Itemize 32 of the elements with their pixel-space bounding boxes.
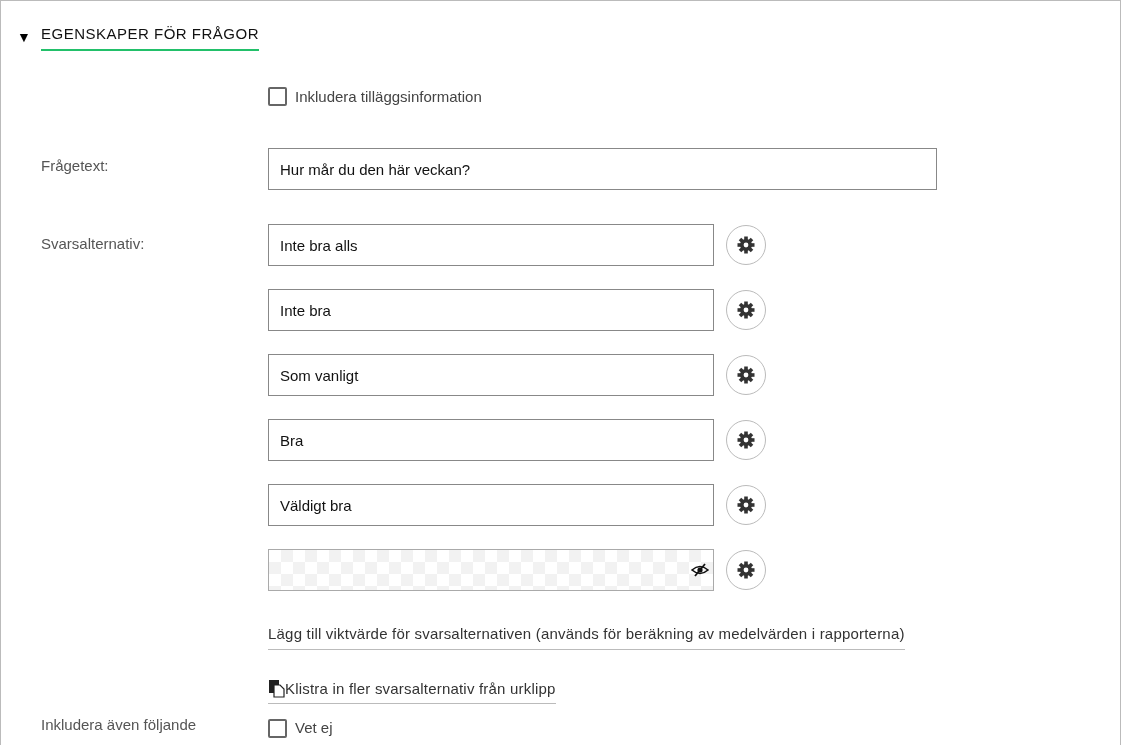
gear-icon [737,561,755,579]
gear-icon [737,301,755,319]
checkbox-label: Vet ej [295,718,333,738]
paste-icon [268,679,285,698]
checkbox[interactable] [268,87,287,107]
answer-field[interactable]: Väldigt bra [268,484,714,526]
gear-icon [737,236,755,254]
checkbox-label: Inkludera tilläggsinformation [295,86,482,107]
checkbox[interactable] [268,718,287,738]
gear-icon [737,431,755,449]
answer-field[interactable]: Som vanligt [268,354,714,396]
settings-button[interactable] [726,550,766,590]
hidden-eye-icon [691,563,709,577]
field-label: Inkludera även följande [40,715,198,735]
settings-button[interactable] [726,485,766,525]
settings-button[interactable] [726,290,766,330]
answer-field[interactable]: Inte bra [268,289,714,331]
gear-icon [737,366,755,384]
collapse-toggle[interactable]: ▼ [17,29,31,44]
answer-field[interactable]: Bra [268,419,714,461]
settings-button[interactable] [726,420,766,460]
answer-field[interactable] [268,549,714,591]
answer-field[interactable]: Inte bra alls [268,224,714,266]
settings-button[interactable] [726,355,766,395]
question-field[interactable]: Hur mår du den här veckan? [268,148,937,190]
field-label: Svarsalternativ: [40,234,146,254]
link[interactable]: Klistra in fler svarsalternativ från urklipp [268,677,556,704]
gear-icon [737,496,755,514]
settings-button[interactable] [726,225,766,265]
section-title: EGENSKAPER FÖR FRÅGOR [41,23,260,51]
field-label: Frågetext: [40,156,110,176]
link[interactable]: Lägg till viktvärde för svarsalternativen (används för beräkning av medelvärden i rapporterna) [268,623,905,650]
